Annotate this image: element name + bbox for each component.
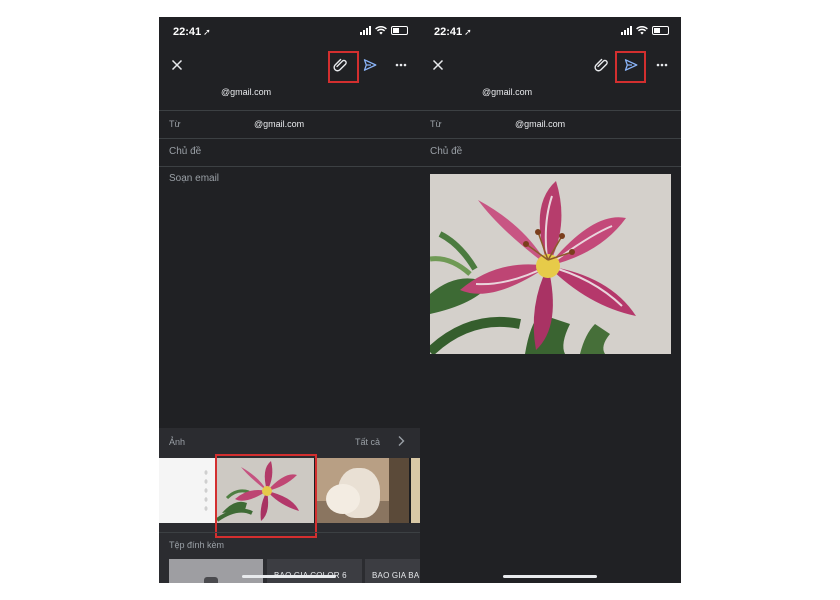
phone-screen-compose-picker: 22:41 ➚ @gmail.com Từ @gmail.com Chủ đề S… [159, 17, 420, 583]
subject-field[interactable]: Chủ đề [159, 138, 420, 166]
send-button[interactable] [358, 53, 382, 77]
attached-photo-lily[interactable] [430, 174, 671, 354]
divider [159, 532, 420, 533]
from-email: @gmail.com [515, 119, 566, 129]
from-row[interactable]: Từ @gmail.com [420, 110, 681, 138]
status-time: 22:41 ➚ [173, 26, 211, 38]
status-bar: 22:41 ➚ [420, 17, 681, 47]
status-time: 22:41 ➚ [434, 26, 472, 38]
photo-thumbnail-partial[interactable] [411, 458, 420, 523]
home-indicator [503, 575, 597, 578]
attachment-picker-sheet: Ảnh Tất cả Tệp đính kèm 6 BAO GIA BA [159, 428, 420, 583]
status-time-text: 22:41 [434, 26, 463, 38]
signal-icon [360, 26, 371, 35]
status-time-text: 22:41 [173, 26, 202, 38]
to-recipient[interactable]: @gmail.com [221, 87, 271, 97]
photo-thumbnail-white[interactable] [159, 458, 215, 523]
battery-icon [652, 26, 669, 35]
divider [420, 166, 681, 167]
divider [159, 166, 420, 167]
file-name: BAO GIA BAU [372, 571, 420, 580]
from-label: Từ [169, 119, 181, 129]
more-button[interactable] [650, 53, 674, 77]
home-indicator [242, 575, 336, 578]
chevron-right-icon[interactable] [397, 434, 405, 452]
more-icon [656, 63, 668, 67]
attachments-title: Tệp đính kèm [169, 540, 225, 550]
subject-field[interactable]: Chủ đề [420, 138, 681, 166]
subject-placeholder: Chủ đề [169, 146, 202, 157]
status-icons [360, 26, 408, 35]
status-icons [621, 26, 669, 35]
status-bar: 22:41 ➚ [159, 17, 420, 47]
attach-button[interactable] [590, 53, 614, 77]
to-recipient[interactable]: @gmail.com [482, 87, 532, 97]
send-icon [363, 59, 377, 71]
send-button[interactable] [619, 53, 643, 77]
wifi-icon [636, 26, 648, 35]
see-all-link[interactable]: Tất cả [355, 437, 380, 447]
photo-thumbnail-cat[interactable] [316, 458, 409, 523]
battery-icon [391, 26, 408, 35]
from-label: Từ [430, 119, 442, 129]
subject-placeholder: Chủ đề [430, 146, 463, 157]
file-card-doc[interactable]: BAO GIA COLOR 6 [267, 559, 362, 583]
send-icon [624, 59, 638, 71]
file-card-image[interactable] [169, 559, 263, 583]
signal-icon [621, 26, 632, 35]
close-icon [171, 59, 183, 71]
compose-toolbar [159, 49, 420, 83]
selected-photo-highlight-box [215, 454, 317, 538]
paperclip-icon [333, 58, 347, 72]
close-button[interactable] [426, 53, 450, 77]
body-field[interactable]: Soạn email [169, 173, 219, 184]
compose-toolbar [420, 49, 681, 83]
wifi-icon [375, 26, 387, 35]
photos-title: Ảnh [169, 437, 186, 447]
close-button[interactable] [165, 53, 189, 77]
close-icon [432, 59, 444, 71]
paperclip-icon [594, 58, 608, 72]
location-icon: ➚ [203, 27, 211, 37]
from-row[interactable]: Từ @gmail.com [159, 110, 420, 138]
from-email: @gmail.com [254, 119, 305, 129]
file-card-doc[interactable]: BAO GIA BAU [365, 559, 420, 583]
phone-screen-compose-attached: 22:41 ➚ @gmail.com Từ @gmail.com Chủ đề [420, 17, 681, 583]
location-icon: ➚ [464, 27, 472, 37]
more-button[interactable] [389, 53, 413, 77]
attach-button[interactable] [329, 53, 353, 77]
more-icon [395, 63, 407, 67]
